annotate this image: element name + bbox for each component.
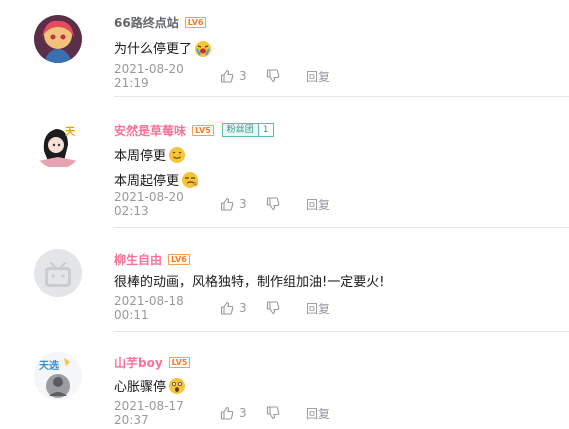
like-count: 3 bbox=[239, 197, 247, 211]
svg-text:天选: 天选 bbox=[39, 359, 59, 372]
comment-time: 2021-08-18 00:11 bbox=[114, 294, 184, 322]
like-button[interactable]: 3 bbox=[220, 301, 266, 315]
comment-line: 本周停更 bbox=[114, 149, 167, 164]
comment-line: 心胀骤停 bbox=[114, 380, 167, 395]
default-avatar-icon bbox=[34, 249, 82, 297]
thumbs-up-icon bbox=[220, 69, 234, 83]
comment-meta: 2021-08-18 00:11 3 回复 bbox=[114, 294, 330, 322]
dislike-button[interactable] bbox=[266, 406, 306, 420]
username[interactable]: 安然是草莓味 bbox=[114, 122, 186, 139]
dislike-button[interactable] bbox=[266, 69, 306, 83]
level-badge: LV6 bbox=[168, 253, 190, 265]
avatar[interactable] bbox=[34, 249, 82, 297]
comment-time: 2021-08-20 21:19 bbox=[114, 62, 184, 90]
comment-item: 天 安然是草莓味 LV5 粉丝团 1 本周停更 本周起停更 2021-08-20… bbox=[0, 97, 569, 228]
avatar-image bbox=[34, 15, 82, 63]
sneer-emoji-icon bbox=[182, 172, 199, 188]
comment-text: 本周停更 本周起停更 bbox=[114, 146, 199, 192]
comment-item: 66路终点站 LV6 为什么停更了 2021-08-20 21:19 3 回复 bbox=[0, 0, 569, 97]
username[interactable]: 66路终点站 bbox=[114, 14, 179, 31]
comment-time: 2021-08-17 20:37 bbox=[114, 399, 184, 427]
comment-text: 心胀骤停 bbox=[114, 377, 186, 398]
dislike-button[interactable] bbox=[266, 301, 306, 315]
smile-emoji-icon bbox=[169, 147, 186, 163]
username[interactable]: 柳生自由 bbox=[114, 251, 162, 268]
reply-button[interactable]: 回复 bbox=[306, 300, 330, 317]
svg-text:天: 天 bbox=[65, 126, 76, 138]
avatar-image: 天 bbox=[34, 121, 82, 169]
thumbs-down-icon bbox=[266, 197, 280, 211]
avatar[interactable]: 天选 bbox=[34, 352, 82, 400]
level-badge: LV5 bbox=[192, 124, 214, 136]
like-count: 3 bbox=[239, 301, 247, 315]
fan-club-badge[interactable]: 粉丝团 1 bbox=[221, 123, 274, 137]
like-count: 3 bbox=[239, 406, 247, 420]
comment-meta: 2021-08-17 20:37 3 回复 bbox=[114, 399, 330, 427]
thumbs-up-icon bbox=[220, 406, 234, 420]
comment-text: 为什么停更了 bbox=[114, 39, 212, 60]
level-badge: LV5 bbox=[168, 356, 191, 368]
fan-club-level: 1 bbox=[257, 124, 273, 136]
comment-meta: 2021-08-20 21:19 3 回复 bbox=[114, 62, 330, 90]
comment-line: 为什么停更了 bbox=[114, 42, 193, 57]
thumbs-up-icon bbox=[220, 301, 234, 315]
avatar-image: 天选 bbox=[34, 352, 82, 400]
thumbs-up-icon bbox=[220, 197, 234, 211]
dislike-button[interactable] bbox=[266, 197, 306, 211]
fan-club-label: 粉丝团 bbox=[222, 124, 258, 136]
avatar[interactable] bbox=[34, 15, 82, 63]
reply-button[interactable]: 回复 bbox=[306, 68, 330, 85]
thumbs-down-icon bbox=[266, 301, 280, 315]
thumbs-down-icon bbox=[266, 69, 280, 83]
reply-button[interactable]: 回复 bbox=[306, 405, 330, 422]
like-button[interactable]: 3 bbox=[220, 69, 266, 83]
comment-time: 2021-08-20 02:13 bbox=[114, 190, 184, 218]
like-button[interactable]: 3 bbox=[220, 406, 266, 420]
like-button[interactable]: 3 bbox=[220, 197, 266, 211]
comment-item: 天选 山芋boy LV5 心胀骤停 2021-08-17 20:37 3 回复 bbox=[0, 332, 569, 429]
avatar[interactable]: 天 bbox=[34, 121, 82, 169]
shocked-emoji-icon bbox=[169, 378, 186, 394]
comment-line: 很棒的动画，风格独特，制作组加油!一定要火! bbox=[114, 275, 385, 290]
comment-meta: 2021-08-20 02:13 3 回复 bbox=[114, 190, 330, 218]
like-count: 3 bbox=[239, 69, 247, 83]
reply-button[interactable]: 回复 bbox=[306, 196, 330, 213]
comment-text: 很棒的动画，风格独特，制作组加油!一定要火! bbox=[114, 273, 384, 293]
thumbs-down-icon bbox=[266, 406, 280, 420]
comment-line: 本周起停更 bbox=[114, 174, 180, 189]
level-badge: LV6 bbox=[184, 16, 207, 28]
username[interactable]: 山芋boy bbox=[114, 354, 163, 371]
crying-emoji-icon bbox=[195, 41, 212, 57]
comment-item: 柳生自由 LV6 很棒的动画，风格独特，制作组加油!一定要火! 2021-08-… bbox=[0, 228, 569, 332]
